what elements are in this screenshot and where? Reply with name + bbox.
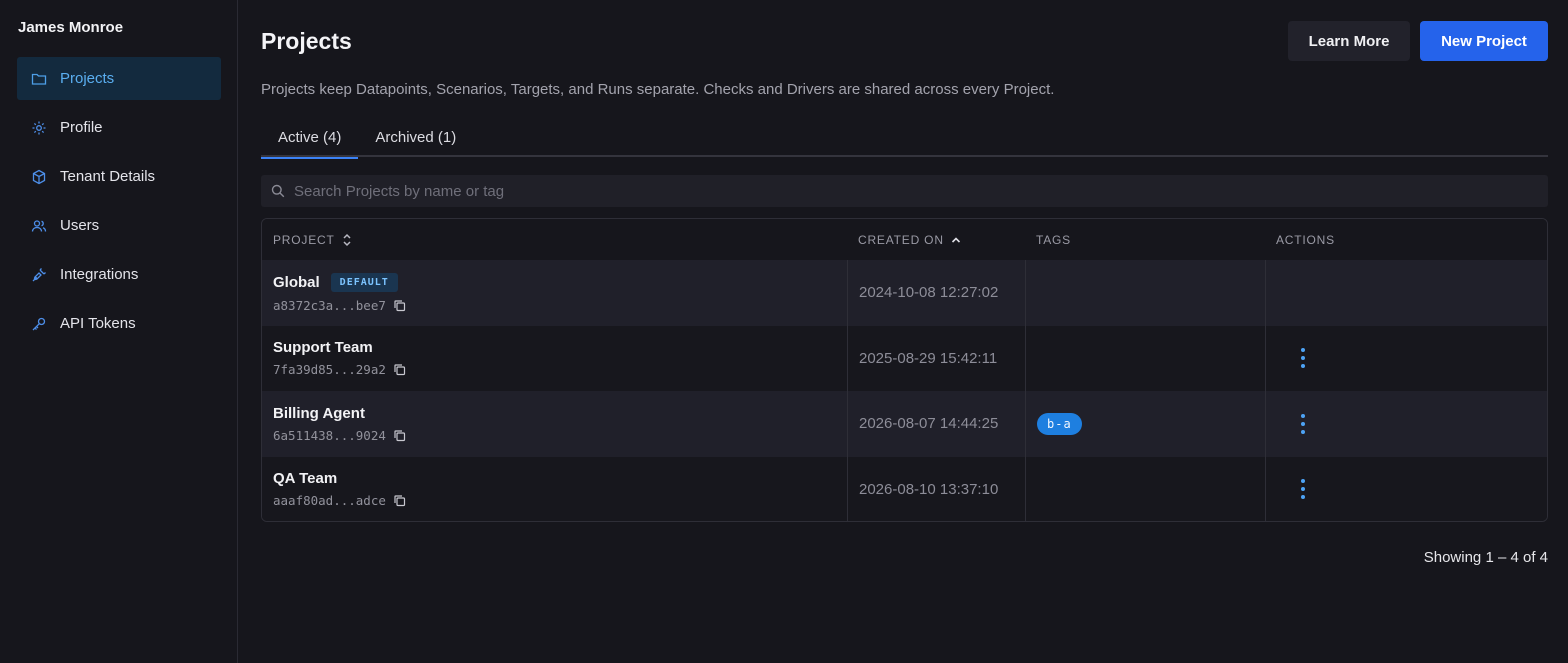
sidebar-nav: Projects Profile Tenant Details Users In… (17, 57, 221, 351)
pagination-summary: Showing 1 – 4 of 4 (1423, 549, 1548, 566)
tags-cell (1025, 325, 1265, 391)
created-cell: 2025-08-29 15:42:11 (847, 325, 1025, 391)
project-cell: QA Team aaaf80ad...adce (262, 457, 847, 522)
project-name[interactable]: Global (273, 274, 320, 291)
sort-asc-icon (950, 233, 962, 247)
created-cell: 2026-08-10 13:37:10 (847, 456, 1025, 521)
column-header-tags: TAGS (1036, 232, 1071, 247)
sidebar-item-label: Integrations (60, 266, 139, 283)
sidebar-item-label: Profile (60, 119, 103, 136)
project-id: 7fa39d85...29a2 (273, 362, 386, 378)
sidebar-item-api-tokens[interactable]: API Tokens (17, 302, 221, 345)
project-cell: Billing Agent 6a511438...9024 (262, 391, 847, 457)
plug-icon (31, 267, 47, 283)
created-date: 2026-08-10 13:37:10 (859, 480, 999, 498)
created-cell: 2024-10-08 12:27:02 (847, 260, 1025, 326)
sidebar: James Monroe Projects Profile Tenant Det… (0, 0, 238, 663)
column-header-actions: ACTIONS (1276, 232, 1335, 247)
project-cell: Global DEFAULT a8372c3a...bee7 (262, 260, 847, 326)
project-name[interactable]: Support Team (273, 339, 373, 356)
learn-more-button[interactable]: Learn More (1288, 21, 1410, 61)
project-id: 6a511438...9024 (273, 427, 386, 443)
actions-cell (1265, 260, 1547, 326)
sidebar-item-label: Projects (60, 70, 115, 87)
tab-active[interactable]: Active (4) (261, 118, 359, 159)
default-badge: DEFAULT (330, 272, 398, 292)
copy-icon[interactable] (393, 299, 406, 312)
copy-icon[interactable] (393, 494, 406, 507)
cube-icon (31, 169, 47, 185)
table-row[interactable]: Global DEFAULT a8372c3a...bee7 2024-10-0… (262, 260, 1547, 326)
actions-cell (1265, 456, 1547, 521)
copy-icon[interactable] (393, 363, 406, 376)
gear-icon (31, 120, 47, 136)
project-id: aaaf80ad...adce (273, 493, 386, 509)
key-icon (31, 316, 47, 332)
project-tabs: Active (4) Archived (1) (261, 118, 1548, 159)
user-name: James Monroe (18, 19, 124, 36)
table-row[interactable]: QA Team aaaf80ad...adce 2026-08-10 13:37… (262, 456, 1547, 522)
created-date: 2024-10-08 12:27:02 (859, 284, 999, 302)
search-input[interactable] (294, 182, 1494, 200)
table-row[interactable]: Support Team 7fa39d85...29a2 2025-08-29 … (262, 325, 1547, 392)
column-header-project[interactable]: PROJECT (262, 219, 847, 260)
new-project-button[interactable]: New Project (1420, 21, 1548, 61)
table-row[interactable]: Billing Agent 6a511438...9024 2026-08-07… (262, 391, 1547, 457)
folder-icon (31, 71, 47, 87)
projects-table: PROJECT CREATED ON TAGS ACTIONS Global D… (261, 218, 1548, 522)
sidebar-item-users[interactable]: Users (17, 204, 221, 247)
project-name[interactable]: QA Team (273, 470, 337, 487)
tags-cell (1025, 260, 1265, 326)
sidebar-item-projects[interactable]: Projects (17, 57, 221, 100)
more-vertical-icon[interactable] (1288, 474, 1318, 504)
column-header-created-on[interactable]: CREATED ON (847, 219, 1025, 260)
created-date: 2025-08-29 15:42:11 (859, 349, 998, 367)
sidebar-item-integrations[interactable]: Integrations (17, 253, 221, 296)
actions-cell (1265, 325, 1547, 391)
page-title: Projects (261, 28, 352, 54)
search-icon (271, 184, 285, 198)
copy-icon[interactable] (393, 429, 406, 442)
page-description: Projects keep Datapoints, Scenarios, Tar… (261, 81, 1055, 98)
project-cell: Support Team 7fa39d85...29a2 (262, 326, 847, 392)
project-name[interactable]: Billing Agent (273, 405, 365, 422)
sort-both-icon (341, 233, 353, 247)
sidebar-item-label: Tenant Details (60, 168, 156, 185)
sidebar-item-profile[interactable]: Profile (17, 106, 221, 149)
search-bar (261, 175, 1548, 207)
tag-chip[interactable]: b-a (1037, 412, 1082, 435)
sidebar-item-label: Users (60, 217, 100, 234)
created-date: 2026-08-07 14:44:25 (859, 415, 999, 433)
tags-cell: b-a (1025, 391, 1265, 457)
sidebar-item-tenant-details[interactable]: Tenant Details (17, 155, 221, 198)
more-vertical-icon[interactable] (1288, 343, 1318, 373)
users-icon (31, 218, 47, 234)
tab-archived[interactable]: Archived (1) (358, 118, 473, 157)
project-id: a8372c3a...bee7 (273, 297, 386, 313)
more-vertical-icon[interactable] (1288, 409, 1318, 439)
created-cell: 2026-08-07 14:44:25 (847, 391, 1025, 457)
main-content: Projects Learn More New Project Projects… (261, 0, 1548, 663)
tags-cell (1025, 456, 1265, 521)
sidebar-item-label: API Tokens (60, 315, 136, 332)
table-header: PROJECT CREATED ON TAGS ACTIONS (262, 219, 1547, 260)
actions-cell (1265, 391, 1547, 457)
